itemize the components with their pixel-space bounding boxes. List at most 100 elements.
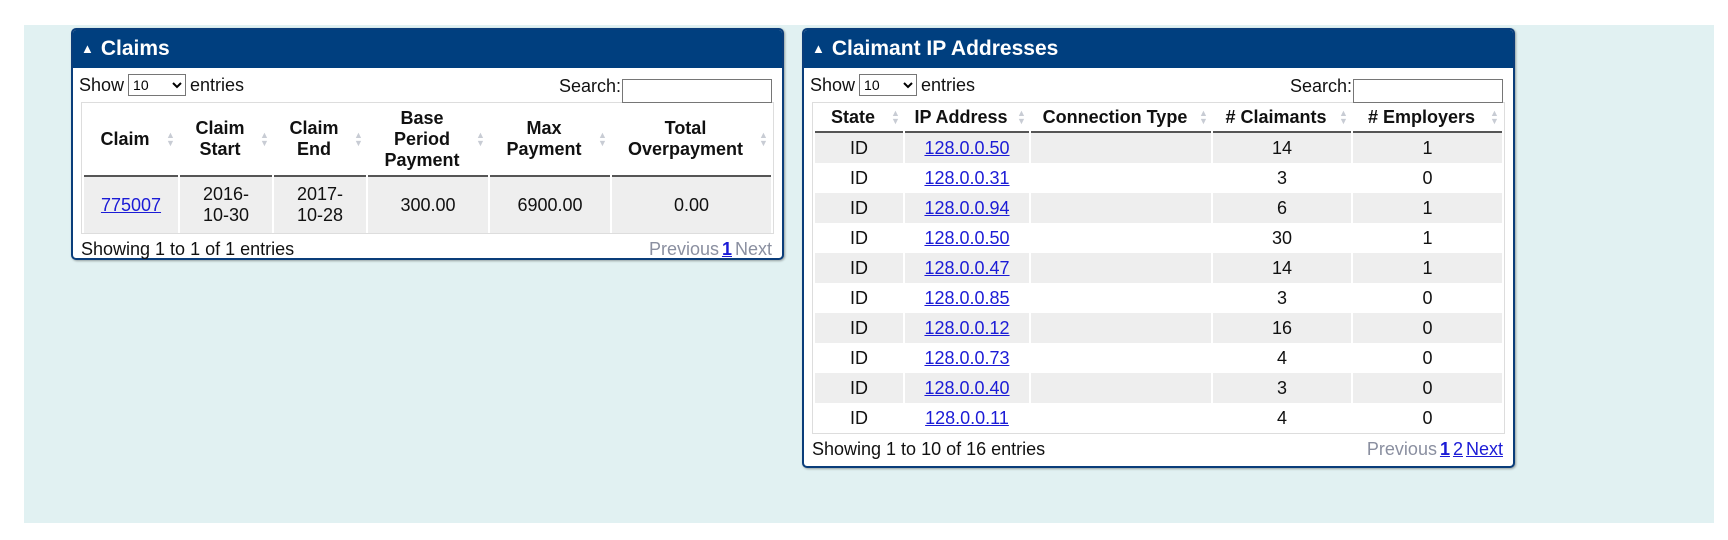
cell-employers: 0 [1422, 407, 1433, 428]
col-header-total-overpayment[interactable]: Total Overpayment ▲ ▼ [612, 103, 771, 177]
table-row: ID 128.0.0.50 30 1 [815, 223, 1502, 253]
cell-ip-address: 128.0.0.12 [905, 313, 1029, 343]
claims-table: Claim ▲ ▼ Claim Start ▲ ▼ Claim End ▲ ▼ Base P… [82, 103, 773, 233]
show-label: Show [79, 75, 125, 95]
cell-claimants: 16 [1213, 313, 1351, 343]
sort-icon: ▲ ▼ [166, 130, 175, 148]
col-header-claim-start[interactable]: Claim Start ▲ ▼ [180, 103, 272, 177]
cell-ip-address: 128.0.0.40 [905, 373, 1029, 403]
col-header-state[interactable]: State ▲ ▼ [815, 103, 903, 133]
cell-connection-type [1031, 343, 1211, 373]
collapse-triangle-icon[interactable]: ▲ [81, 41, 94, 56]
ip-address-link[interactable]: 128.0.0.47 [924, 258, 1009, 278]
page-size-select[interactable]: 10 [128, 74, 187, 96]
table-info: Showing 1 to 10 of 16 entries [812, 439, 1046, 459]
col-header-claimants[interactable]: # Claimants ▲ ▼ [1213, 103, 1351, 133]
col-header-ip-address[interactable]: IP Address ▲ ▼ [905, 103, 1029, 133]
search-label: Search: [558, 76, 621, 96]
cell-connection-type [1031, 163, 1211, 193]
cell-claimants: 30 [1271, 227, 1293, 248]
ip-address-link[interactable]: 128.0.0.50 [924, 228, 1009, 248]
cell-employers: 1 [1353, 253, 1502, 283]
collapse-triangle-icon[interactable]: ▲ [812, 41, 825, 56]
cell-state: ID [850, 407, 868, 428]
sort-icon: ▲ ▼ [476, 130, 485, 148]
cell-claimants: 4 [1276, 407, 1287, 428]
cell-claimants: 6 [1213, 193, 1351, 223]
claims-search-input[interactable] [622, 78, 772, 103]
ip-address-link[interactable]: 128.0.0.85 [924, 288, 1009, 308]
ip-address-link[interactable]: 128.0.0.11 [925, 408, 1009, 428]
page-size-select[interactable]: 10 [859, 74, 918, 96]
col-header-employers[interactable]: # Employers ▲ ▼ [1353, 103, 1502, 133]
pagination: Previous 1 2 Next [1364, 439, 1503, 460]
page-1-button[interactable]: 1 [1440, 439, 1450, 459]
col-label: Connection Type [1042, 106, 1188, 127]
col-label: Claim [100, 128, 150, 149]
entries-label: entries [190, 75, 245, 95]
col-label: Claim End [289, 118, 339, 159]
cell-state: ID [815, 373, 903, 403]
cell-state: ID [850, 167, 868, 188]
table-row: ID 128.0.0.94 6 1 [815, 193, 1502, 223]
table-row: ID 128.0.0.73 4 0 [815, 343, 1502, 373]
cell-connection-type [1031, 283, 1211, 313]
col-label: Max Payment [506, 118, 582, 159]
page-2-button[interactable]: 2 [1453, 439, 1463, 459]
cell-ip-address: 128.0.0.85 [905, 283, 1029, 313]
ip-panel-header[interactable]: ▲ Claimant IP Addresses [804, 30, 1513, 68]
cell-ip-address: 128.0.0.50 [905, 133, 1029, 163]
cell-employers: 0 [1422, 167, 1433, 188]
cell-ip-address: 128.0.0.31 [905, 163, 1029, 193]
next-button[interactable]: Next [1466, 439, 1503, 459]
col-header-claim[interactable]: Claim ▲ ▼ [84, 103, 178, 177]
sort-icon: ▲ ▼ [891, 108, 900, 126]
cell-claimants: 3 [1276, 287, 1287, 308]
sort-icon: ▲ ▼ [1017, 108, 1026, 126]
cell-ip-address: 128.0.0.50 [905, 223, 1029, 253]
table-row: ID 128.0.0.47 14 1 [815, 253, 1502, 283]
ip-addresses-table: State ▲ ▼ IP Address ▲ ▼ Connection Type ▲ ▼ #… [813, 103, 1504, 433]
ip-address-link[interactable]: 128.0.0.50 [924, 138, 1009, 158]
claims-panel: ▲ Claims Show 10 entries Search: Claim ▲ ▼ Cl… [71, 28, 784, 260]
col-label: IP Address [914, 106, 1008, 127]
col-header-claim-end[interactable]: Claim End ▲ ▼ [274, 103, 366, 177]
sort-icon: ▲ ▼ [1199, 108, 1208, 126]
col-header-base-period-payment[interactable]: Base Period Payment ▲ ▼ [368, 103, 488, 177]
next-button[interactable]: Next [735, 239, 772, 259]
ip-address-link[interactable]: 128.0.0.31 [924, 168, 1009, 188]
table-row: ID 128.0.0.11 4 0 [815, 403, 1502, 433]
cell-claimants: 4 [1276, 347, 1287, 368]
sort-icon: ▲ ▼ [1490, 108, 1499, 126]
cell-connection-type [1031, 133, 1211, 163]
cell-connection-type [1031, 253, 1211, 283]
cell-max-payment: 6900.00 [490, 177, 610, 233]
page-1-button[interactable]: 1 [722, 239, 732, 259]
page-size-control: Show 10 entries [79, 74, 244, 96]
col-label: # Employers [1367, 106, 1476, 127]
cell-state: ID [850, 287, 868, 308]
ip-address-link[interactable]: 128.0.0.73 [924, 348, 1009, 368]
col-label: Base Period Payment [384, 107, 460, 170]
ip-address-link[interactable]: 128.0.0.12 [924, 318, 1009, 338]
cell-employers: 0 [1422, 347, 1433, 368]
cell-connection-type [1031, 193, 1211, 223]
ip-search: Search: [1290, 76, 1503, 103]
previous-button[interactable]: Previous [649, 239, 719, 259]
show-label: Show [810, 75, 856, 95]
cell-state: ID [815, 253, 903, 283]
ip-address-link[interactable]: 128.0.0.94 [924, 198, 1009, 218]
cell-employers: 0 [1422, 287, 1433, 308]
claims-search: Search: [559, 76, 772, 103]
ip-search-input[interactable] [1353, 78, 1503, 103]
cell-connection-type [1031, 223, 1211, 253]
claims-panel-header[interactable]: ▲ Claims [73, 30, 782, 68]
table-row: ID 128.0.0.85 3 0 [815, 283, 1502, 313]
previous-button[interactable]: Previous [1367, 439, 1437, 459]
ip-address-link[interactable]: 128.0.0.40 [924, 378, 1009, 398]
cell-ip-address: 128.0.0.11 [905, 403, 1029, 433]
col-header-max-payment[interactable]: Max Payment ▲ ▼ [490, 103, 610, 177]
table-info: Showing 1 to 1 of 1 entries [81, 239, 295, 259]
col-header-connection-type[interactable]: Connection Type ▲ ▼ [1031, 103, 1211, 133]
claim-link[interactable]: 775007 [101, 195, 161, 215]
